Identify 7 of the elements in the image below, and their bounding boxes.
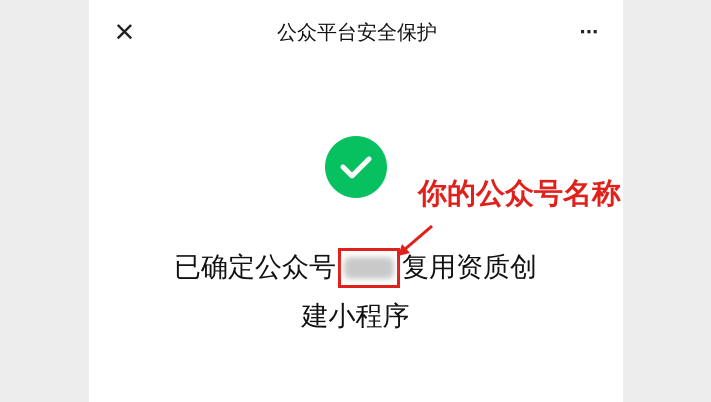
message-text: 已确定公众号 xyxy=(174,251,336,285)
message-text: 建小程序 xyxy=(302,300,410,334)
annotation-label: 你的公众号名称 xyxy=(418,175,621,212)
message-text: 复用资质创 xyxy=(402,251,537,285)
close-button[interactable]: × xyxy=(114,15,134,49)
page-title: 公众平台安全保护 xyxy=(276,18,437,46)
more-button[interactable]: ··· xyxy=(580,19,598,45)
